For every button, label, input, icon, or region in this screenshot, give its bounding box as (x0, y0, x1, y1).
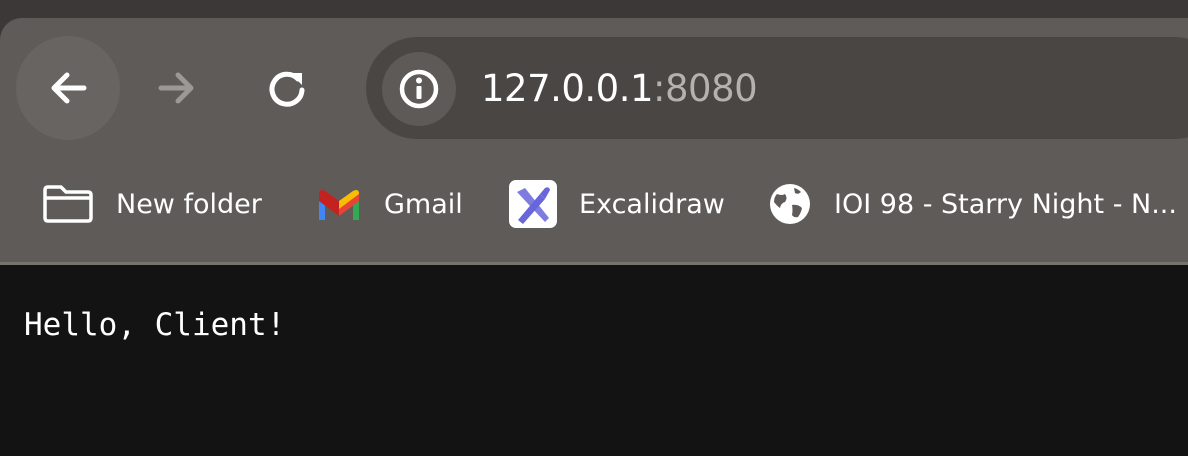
url-port: :8080 (653, 67, 758, 110)
site-info-button[interactable] (382, 52, 456, 126)
bookmark-label: Excalidraw (579, 188, 725, 220)
browser-window: 127.0.0.1:8080 New folder Gmail Excalidr… (0, 0, 1188, 456)
gmail-icon (319, 190, 359, 220)
back-button[interactable] (16, 36, 120, 140)
globe-icon (770, 184, 810, 224)
bookmark-label: New folder (116, 188, 262, 220)
reload-button[interactable] (235, 36, 339, 140)
url-host: 127.0.0.1 (481, 67, 654, 110)
excalidraw-icon (509, 180, 557, 228)
bookmark-ioi[interactable]: IOI 98 - Starry Night - N... (768, 174, 1188, 234)
page-body-text: Hello, Client! (24, 307, 286, 343)
folder-icon (43, 185, 93, 223)
page-content: Hello, Client! (0, 265, 1188, 456)
info-icon (399, 69, 439, 109)
bookmark-new-folder[interactable]: New folder (42, 174, 262, 234)
bookmark-label: IOI 98 - Starry Night - N... (834, 188, 1177, 220)
bookmark-label: Gmail (384, 188, 463, 220)
forward-button[interactable] (125, 36, 229, 140)
address-url[interactable]: 127.0.0.1:8080 (481, 62, 758, 116)
reload-icon (269, 71, 305, 107)
bookmark-excalidraw[interactable]: Excalidraw (509, 174, 725, 234)
arrow-left-icon (51, 72, 87, 104)
arrow-right-icon (158, 72, 194, 104)
bookmark-gmail[interactable]: Gmail (316, 174, 463, 234)
